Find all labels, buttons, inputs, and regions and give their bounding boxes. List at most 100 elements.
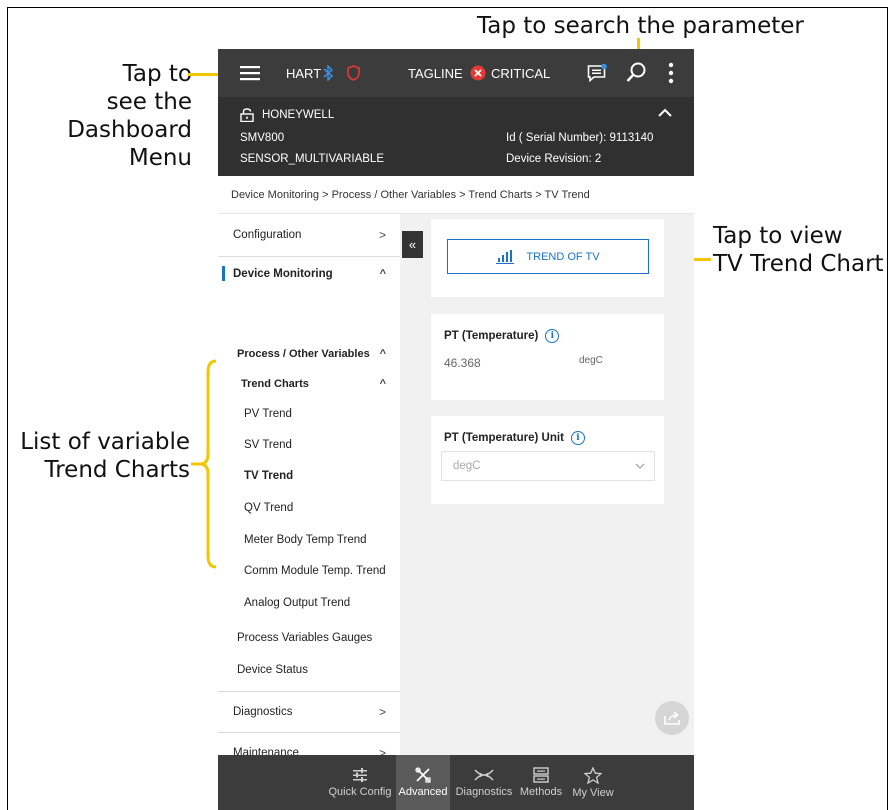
- share-button[interactable]: [655, 701, 689, 735]
- sidebar-item-trend-charts[interactable]: Trend Charts ^: [218, 372, 400, 396]
- sidebar-item-qv-trend[interactable]: QV Trend: [218, 496, 400, 520]
- tab-methods[interactable]: Methods: [516, 755, 566, 810]
- chat-icon: [587, 64, 607, 82]
- search-callout: Tap to search the parameter: [477, 13, 804, 39]
- field-label: PT (Temperature): [444, 330, 539, 342]
- field-label: PT (Temperature) Unit: [444, 432, 564, 444]
- sidebar-item-diagnostics[interactable]: Diagnostics >: [218, 692, 400, 732]
- device-model: SMV800: [240, 132, 285, 144]
- sidebar-item-label: Configuration: [233, 228, 302, 241]
- info-icon[interactable]: i: [545, 329, 560, 343]
- critical-icon: [470, 49, 486, 97]
- pt-temperature-card: PT (Temperature) i 46.368 degC: [431, 314, 664, 400]
- tab-label: Methods: [519, 786, 563, 798]
- sidebar-item-tv-trend[interactable]: TV Trend: [218, 464, 400, 488]
- variable-list-bracket: [191, 359, 217, 569]
- shield-icon: [347, 49, 360, 97]
- select-value: degC: [453, 460, 481, 472]
- manufacturer: HONEYWELL: [262, 109, 335, 121]
- tab-quick-config[interactable]: Quick Config: [324, 755, 396, 810]
- sidebar-item-label: Trend Charts: [241, 378, 309, 390]
- overflow-menu-button[interactable]: [668, 49, 674, 97]
- chevron-up-icon[interactable]: [658, 108, 672, 118]
- divider: [218, 256, 400, 257]
- tab-my-view[interactable]: My View: [566, 755, 620, 810]
- pt-unit-card: PT (Temperature) Unit i degC: [431, 416, 664, 504]
- chevron-up-icon: ^: [379, 268, 386, 280]
- server-icon: [533, 767, 549, 783]
- variable-list-callout-line-2: Trend Charts: [44, 457, 190, 483]
- variable-list-callout: List of variable Trend Charts: [10, 428, 190, 484]
- sidebar-item-device-monitoring[interactable]: Device Monitoring ^: [218, 262, 400, 286]
- tagline-label: TAGLINE: [408, 65, 463, 81]
- app-bar: HART TAGLINE CRITICAL: [218, 49, 694, 97]
- sidebar-item-device-status[interactable]: Device Status: [218, 658, 400, 682]
- chevron-right-icon: >: [378, 705, 386, 719]
- sliders-icon: [353, 768, 367, 782]
- device-header: HONEYWELL SMV800 SENSOR_MULTIVARIABLE Id…: [218, 97, 694, 176]
- protocol-label: HART: [286, 65, 322, 81]
- dashboard-callout-line-4: Menu: [128, 145, 192, 171]
- tab-advanced[interactable]: Advanced: [396, 755, 450, 810]
- menu-button[interactable]: [240, 49, 260, 97]
- trend-card: TREND OF TV: [431, 219, 664, 297]
- trend-chart-callout-line-2: TV Trend Chart: [713, 251, 884, 277]
- bottom-nav: Quick Config Advanced Diagnostics Method…: [218, 755, 694, 810]
- dashboard-callout: Tap to see the Dashboard Menu: [40, 60, 192, 172]
- sidebar-item-comm-module-temp-trend[interactable]: Comm Module Temp. Trend: [218, 559, 400, 583]
- chevron-up-icon: ^: [379, 378, 386, 390]
- double-chevron-left-icon: «: [408, 237, 417, 252]
- app-screen: HART TAGLINE CRITICAL HONEYWELL SMV800 S…: [218, 49, 694, 810]
- chevron-up-icon: ^: [379, 348, 386, 360]
- share-icon: [664, 711, 680, 725]
- pt-temperature-label: PT (Temperature) i: [444, 329, 560, 343]
- hamburger-icon: [240, 66, 260, 81]
- dna-icon: [474, 769, 494, 781]
- more-vertical-icon: [668, 62, 674, 84]
- bar-chart-icon: [496, 249, 515, 264]
- messages-button[interactable]: [587, 49, 607, 97]
- sidebar-item-sv-trend[interactable]: SV Trend: [218, 433, 400, 457]
- chevron-down-icon: [635, 463, 645, 469]
- sidebar-item-label: Diagnostics: [233, 706, 293, 718]
- sidebar-item-pv-trend[interactable]: PV Trend: [218, 402, 400, 426]
- sidebar: Configuration > Device Monitoring ^ Proc…: [218, 214, 400, 760]
- trend-button-label: TREND OF TV: [526, 250, 600, 263]
- serial-number: Id ( Serial Number): 9113140: [506, 132, 654, 144]
- variable-list-callout-line-1: List of variable: [20, 429, 190, 455]
- dashboard-callout-line-1: Tap to: [122, 61, 192, 87]
- sidebar-item-process-other-variables[interactable]: Process / Other Variables ^: [218, 342, 400, 366]
- pt-unit-select[interactable]: degC: [441, 451, 655, 481]
- trend-of-tv-button[interactable]: TREND OF TV: [447, 239, 649, 274]
- pt-unit-label: PT (Temperature) Unit i: [444, 431, 585, 445]
- device-sensor: SENSOR_MULTIVARIABLE: [240, 153, 385, 165]
- star-icon: [584, 766, 602, 784]
- pt-temperature-unit: degC: [579, 355, 603, 366]
- device-revision: Device Revision: 2: [506, 153, 602, 165]
- sidebar-item-meter-body-temp-trend[interactable]: Meter Body Temp Trend: [218, 528, 400, 552]
- tools-icon: [415, 767, 431, 783]
- sidebar-item-process-variables-gauges[interactable]: Process Variables Gauges: [218, 626, 400, 650]
- search-button[interactable]: [626, 49, 646, 97]
- tab-diagnostics[interactable]: Diagnostics: [452, 755, 516, 810]
- sidebar-item-label: Process / Other Variables: [237, 348, 370, 360]
- dashboard-callout-line-3: Dashboard: [67, 117, 192, 143]
- tab-label: My View: [572, 786, 614, 799]
- tab-label: Diagnostics: [455, 786, 513, 798]
- lock-open-icon: [240, 108, 254, 122]
- dashboard-callout-line-2: see the: [106, 89, 192, 115]
- sidebar-item-configuration[interactable]: Configuration >: [218, 214, 400, 255]
- trend-chart-callout-line-1: Tap to view: [713, 223, 843, 249]
- tab-label: Quick Config: [328, 786, 392, 798]
- pt-temperature-value: 46.368: [444, 356, 481, 370]
- chevron-right-icon: >: [378, 227, 386, 242]
- tab-label: Advanced: [398, 786, 448, 798]
- sidebar-item-analog-output-trend[interactable]: Analog Output Trend: [218, 591, 400, 615]
- collapse-sidebar-button[interactable]: «: [402, 231, 423, 258]
- status-label: CRITICAL: [491, 65, 551, 81]
- breadcrumb: Device Monitoring > Process / Other Vari…: [218, 176, 694, 214]
- info-icon[interactable]: i: [570, 431, 585, 445]
- search-icon: [626, 62, 646, 82]
- trend-chart-callout: Tap to view TV Trend Chart: [713, 222, 884, 278]
- sidebar-item-label: Device Monitoring: [233, 268, 333, 280]
